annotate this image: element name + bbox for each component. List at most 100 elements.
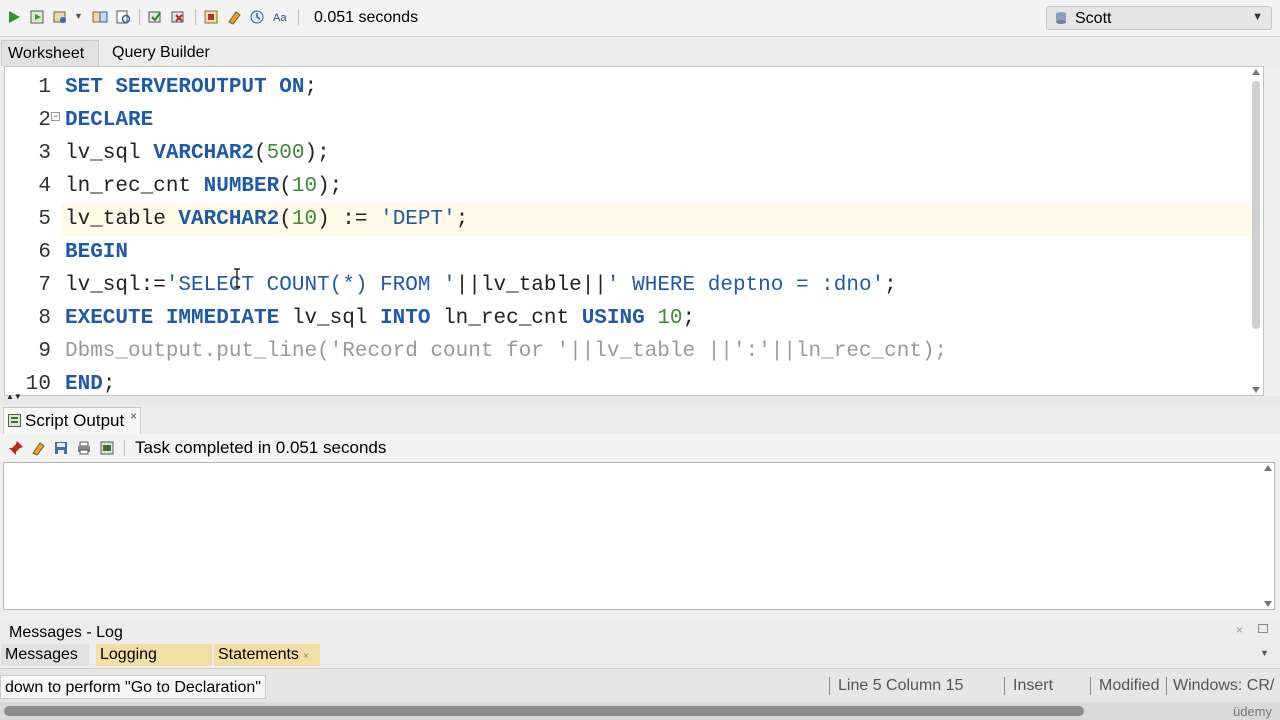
- task-status: Task completed in 0.051 seconds: [135, 438, 387, 457]
- code-token: ;: [304, 76, 318, 99]
- sql-editor[interactable]: 1 2 3 4 5 6 7 8 9 10 − SET SERVEROUTPUT ON; DECLAR…: [4, 66, 1264, 396]
- tab-statements[interactable]: Statements ×: [214, 644, 320, 666]
- pane-splitter[interactable]: ▲▼: [0, 393, 1280, 404]
- scroll-down-icon[interactable]: [1252, 387, 1260, 393]
- toolbar-separator: [124, 440, 125, 456]
- code-token: 10: [291, 208, 318, 231]
- clear-icon[interactable]: [226, 9, 242, 25]
- minimize-icon[interactable]: [1258, 624, 1268, 633]
- code-line[interactable]: lv_sql VARCHAR2(500);: [61, 137, 1251, 170]
- output-vertical-scrollbar[interactable]: [1262, 463, 1274, 609]
- code-token: NUMBER: [203, 175, 280, 198]
- code-token: ln_rec_cnt: [443, 307, 582, 330]
- connection-name: Scott: [1075, 10, 1112, 27]
- code-token: );: [304, 142, 330, 165]
- run-script-icon[interactable]: [29, 9, 45, 25]
- tab-script-output[interactable]: Script Output ×: [3, 407, 141, 434]
- code-token: INTO: [380, 307, 444, 330]
- code-token: ) :=: [317, 208, 381, 231]
- save-icon[interactable]: [53, 440, 69, 456]
- scroll-down-icon[interactable]: [1264, 601, 1272, 607]
- line-number: 8: [38, 307, 51, 330]
- code-token: ;: [102, 373, 116, 396]
- status-divider: [1090, 677, 1091, 695]
- code-token: ;: [884, 274, 897, 297]
- eraser-icon[interactable]: [30, 440, 46, 456]
- code-token: Dbms_output.put_line('Record count for '…: [65, 340, 948, 363]
- autotrace-icon[interactable]: [52, 9, 68, 25]
- line-number: 4: [38, 175, 51, 198]
- line-number: 5: [38, 208, 51, 231]
- scrollbar-thumb[interactable]: [1252, 81, 1260, 329]
- fold-toggle-icon[interactable]: −: [51, 112, 60, 121]
- close-icon[interactable]: ×: [1236, 623, 1243, 637]
- line-ending[interactable]: Windows: CR/: [1173, 677, 1274, 695]
- scrollbar-thumb[interactable]: [4, 706, 1084, 716]
- sql-tuning-icon[interactable]: [115, 9, 131, 25]
- run-statement-icon[interactable]: [6, 9, 22, 25]
- tab-worksheet[interactable]: Worksheet: [1, 40, 99, 66]
- line-number: 6: [38, 241, 51, 264]
- text-cursor-icon: [234, 268, 240, 288]
- scroll-up-icon[interactable]: [1252, 69, 1260, 75]
- code-token: USING: [581, 307, 658, 330]
- code-line[interactable]: END;: [61, 368, 1251, 396]
- cursor-position: Line 5 Column 15: [838, 677, 964, 694]
- code-line[interactable]: ln_rec_cnt NUMBER(10);: [61, 170, 1251, 203]
- print-icon[interactable]: [76, 440, 92, 456]
- modified-state: Modified: [1099, 677, 1160, 694]
- chevron-down-icon: ▼: [1252, 11, 1263, 23]
- edit-mode[interactable]: Insert: [1013, 677, 1053, 695]
- code-token: ' WHERE deptno = :dno': [606, 274, 885, 297]
- brand-watermark: üdemy: [1232, 704, 1272, 719]
- tab-logging-page[interactable]: Logging Page×: [96, 644, 212, 685]
- explain-plan-icon[interactable]: [92, 9, 108, 25]
- tab-query-builder[interactable]: Query Builder: [106, 40, 226, 66]
- code-line[interactable]: DECLARE: [61, 104, 1251, 137]
- collapse-arrows-icon[interactable]: ▲▼: [6, 393, 22, 401]
- messages-tab-strip: Messages Logging Page× Statements × ▼: [0, 644, 1280, 685]
- line-number: 3: [38, 142, 51, 165]
- rollback-icon[interactable]: [170, 9, 186, 25]
- chevron-down-icon[interactable]: ▼: [74, 11, 83, 21]
- code-token: 10: [291, 175, 318, 198]
- close-icon[interactable]: ×: [130, 409, 137, 423]
- code-token: VARCHAR2: [153, 142, 255, 165]
- code-token: lv_sql: [291, 307, 381, 330]
- code-line[interactable]: BEGIN: [61, 236, 1251, 269]
- scroll-up-icon[interactable]: [1264, 465, 1272, 471]
- code-line[interactable]: Dbms_output.put_line('Record count for '…: [61, 335, 1251, 368]
- code-token: (: [279, 208, 292, 231]
- code-token: (: [254, 142, 267, 165]
- database-icon: [1056, 12, 1066, 24]
- horizontal-scrollbar[interactable]: üdemy: [0, 702, 1280, 720]
- code-line[interactable]: SET SERVEROUTPUT ON;: [61, 71, 1251, 104]
- editor-vertical-scrollbar[interactable]: [1250, 69, 1262, 393]
- code-line[interactable]: lv_table VARCHAR2(10) := 'DEPT';: [61, 203, 1251, 236]
- output-tab-strip: Script Output ×: [0, 404, 1280, 434]
- script-output-label: Script Output: [25, 411, 125, 430]
- format-icon[interactable]: Aa: [272, 9, 288, 25]
- code-token: ;: [455, 208, 469, 231]
- tab-messages[interactable]: Messages: [1, 644, 89, 666]
- connection-selector[interactable]: Scott ▼: [1046, 6, 1272, 30]
- chevron-down-icon[interactable]: ▼: [1260, 648, 1269, 658]
- line-number: 7: [38, 274, 51, 297]
- status-divider: [829, 677, 830, 695]
- close-icon[interactable]: ×: [303, 651, 309, 662]
- status-divider: [1166, 677, 1167, 695]
- unshared-sql-icon[interactable]: [203, 9, 219, 25]
- messages-log-header: Messages - Log ×: [0, 620, 1280, 644]
- svg-text:Aa: Aa: [273, 12, 287, 24]
- commit-icon[interactable]: [147, 9, 163, 25]
- status-hint-tooltip: down to perform "Go to Declaration": [0, 675, 266, 699]
- code-token: VARCHAR2: [178, 208, 280, 231]
- tab-messages-label: Messages: [5, 646, 78, 663]
- code-token: BEGIN: [65, 241, 129, 264]
- pin-icon[interactable]: [8, 440, 24, 456]
- save-as-icon[interactable]: [99, 440, 115, 456]
- script-output-content[interactable]: [3, 462, 1275, 610]
- sql-history-icon[interactable]: [249, 9, 265, 25]
- code-line[interactable]: EXECUTE IMMEDIATE lv_sql INTO ln_rec_cnt…: [61, 302, 1251, 335]
- code-token: lv_sql:=: [65, 274, 166, 297]
